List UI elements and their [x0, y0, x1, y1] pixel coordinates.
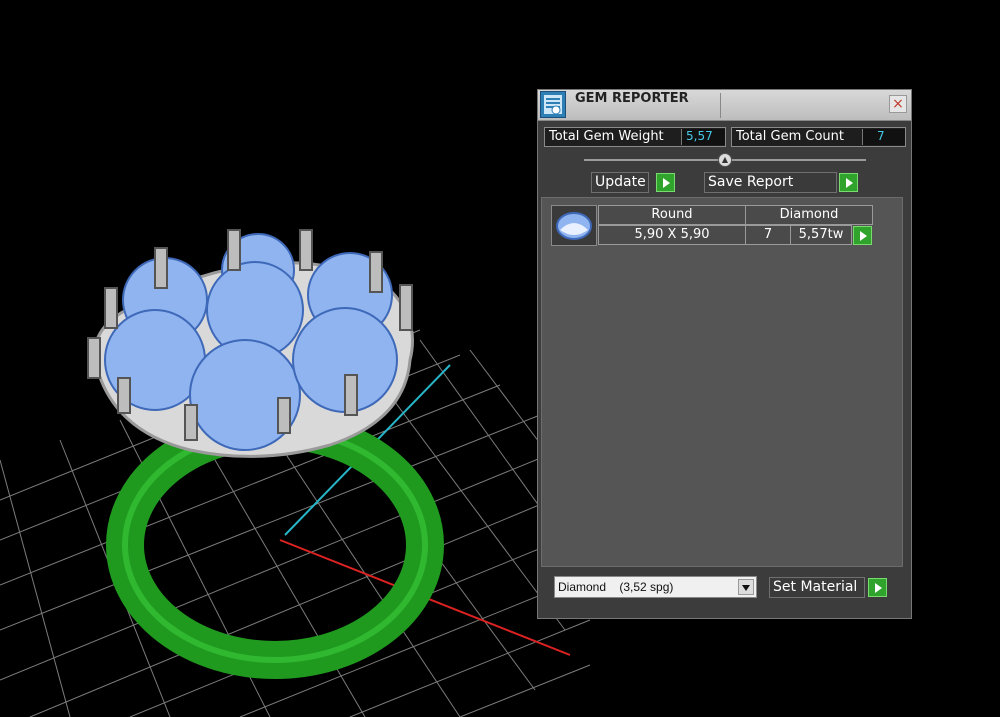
- total-gem-weight-field: Total Gem Weight 5,57: [544, 127, 726, 147]
- gem-reporter-panel: GEM REPORTER × Total Gem Weight 5,57 Tot…: [537, 89, 912, 619]
- set-material-go-arrow-icon[interactable]: [868, 578, 887, 597]
- total-gem-count-field: Total Gem Count 7: [731, 127, 906, 147]
- panel-titlebar[interactable]: GEM REPORTER ×: [538, 90, 911, 121]
- gem-list[interactable]: Round Diamond 5,90 X 5,90 7 5,57tw: [541, 197, 903, 567]
- save-report-go-arrow-icon[interactable]: [839, 173, 858, 192]
- gem-size-cell: 5,90 X 5,90: [598, 225, 746, 245]
- panel-title: GEM REPORTER: [575, 91, 689, 106]
- update-label: Update: [595, 174, 646, 190]
- total-gem-weight-label: Total Gem Weight: [549, 129, 664, 144]
- total-gem-count-value: 7: [862, 129, 905, 145]
- total-gem-count-label: Total Gem Count: [736, 129, 844, 144]
- set-material-button[interactable]: Set Material: [769, 577, 865, 598]
- total-gem-weight-value: 5,57: [681, 129, 725, 145]
- slider-knob-icon[interactable]: ▲: [718, 153, 732, 167]
- set-material-label: Set Material: [773, 579, 858, 595]
- dropdown-arrow-icon[interactable]: [738, 579, 754, 595]
- title-separator: [720, 93, 721, 118]
- gem-weight-cell: 5,57tw: [790, 225, 852, 245]
- save-report-label: Save Report: [708, 174, 794, 190]
- gem-thumbnail-icon[interactable]: [551, 205, 597, 246]
- update-go-arrow-icon[interactable]: [656, 173, 675, 192]
- material-dropdown[interactable]: Diamond (3,52 spg): [554, 576, 757, 598]
- gem-count-cell: 7: [745, 225, 791, 245]
- close-button[interactable]: ×: [889, 95, 907, 113]
- gem-reporter-icon: [540, 91, 566, 118]
- material-dropdown-value: Diamond (3,52 spg): [558, 580, 674, 594]
- close-icon: ×: [892, 96, 904, 112]
- gem-shape-header: Round: [598, 205, 746, 225]
- gem-row-go-arrow-icon[interactable]: [853, 226, 872, 245]
- save-report-button[interactable]: Save Report: [704, 172, 837, 193]
- update-button[interactable]: Update: [591, 172, 649, 193]
- gem-material-header: Diamond: [745, 205, 873, 225]
